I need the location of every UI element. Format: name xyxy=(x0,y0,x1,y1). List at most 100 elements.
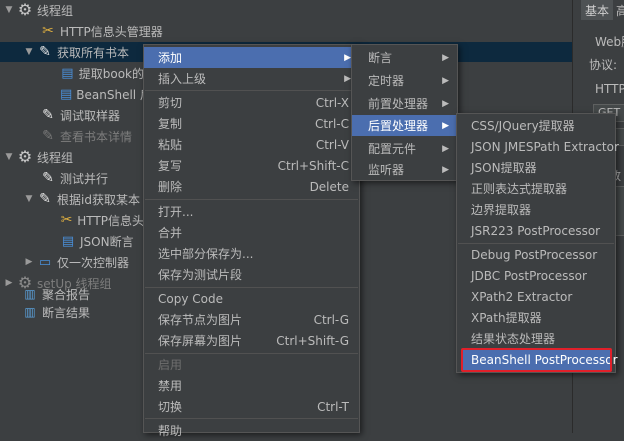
menu-item-label: 粘贴 xyxy=(158,138,183,152)
tree-node-aggregate-report[interactable]: ▥ 聚合报告 xyxy=(22,284,90,304)
submenu-item-debug-postprocessor[interactable]: Debug PostProcessor xyxy=(457,244,615,265)
menu-item-label: 插入上级 xyxy=(158,72,207,86)
submenu-item-regex-extractor[interactable]: 正则表达式提取器 xyxy=(457,178,615,199)
doc-icon: ▤ xyxy=(61,65,74,81)
doc-icon: ▤ xyxy=(60,86,73,102)
shortcut-text: Ctrl-V xyxy=(315,137,349,152)
annotation-highlight-box xyxy=(461,348,612,372)
tree-node-get-all-books[interactable]: ▼ ✎ 获取所有书本 xyxy=(24,42,129,62)
menu-separator xyxy=(145,90,358,91)
submenu-item-json-extractor[interactable]: JSON提取器 xyxy=(457,157,615,178)
menu-item-label: JDBC PostProcessor xyxy=(471,268,587,283)
menu-item-disable[interactable]: 禁用 xyxy=(144,375,359,396)
doc-icon: ▤ xyxy=(61,233,75,249)
tree-node-label: 提取book的 xyxy=(78,66,144,81)
menu-item-label: 打开... xyxy=(158,205,194,219)
menu-item-label: 边界提取器 xyxy=(471,203,532,217)
tree-node-label: 线程组 xyxy=(37,3,74,18)
menu-item-copy-code[interactable]: Copy Code xyxy=(144,288,359,309)
tree-node-label: 聚合报告 xyxy=(42,287,91,302)
tree-node-assertion-results[interactable]: ▥ 断言结果 xyxy=(22,302,90,322)
tree-node-once-only-controller[interactable]: ▶ ▭ 仅一次控制器 xyxy=(24,252,144,272)
tree-node-label: BeanShell 后 xyxy=(76,87,144,102)
menu-item-help[interactable]: 帮助 xyxy=(144,420,359,441)
shortcut-text: Ctrl+Shift-G xyxy=(276,333,349,348)
submenu-item-css-jquery-extractor[interactable]: CSS/JQuery提取器 xyxy=(457,115,615,136)
menu-item-label: Debug PostProcessor xyxy=(471,247,598,262)
submenu-item-timer[interactable]: 定时器 ▶ xyxy=(352,70,457,91)
menu-item-toggle[interactable]: 切换 Ctrl-T xyxy=(144,396,359,417)
pen-icon: ✎ xyxy=(39,44,51,60)
menu-item-save-fragment[interactable]: 保存为测试片段 xyxy=(144,264,359,285)
submenu-item-xpath-extractor[interactable]: XPath提取器 xyxy=(457,307,615,328)
tree-node-extract-book[interactable]: ▤ 提取book的 xyxy=(60,63,144,83)
tree-node-http-header-2[interactable]: ✂ HTTP信息头 xyxy=(60,210,144,230)
collapse-arrow-icon[interactable]: ▼ xyxy=(24,47,34,57)
tree-node-json-assertion[interactable]: ▤ JSON断言 xyxy=(60,231,144,251)
tree-node-http-header-manager[interactable]: ✂ HTTP信息头管理器 xyxy=(40,21,163,41)
pen-icon: ✎ xyxy=(42,107,54,123)
menu-item-enable: 启用 xyxy=(144,354,359,375)
menu-item-cut[interactable]: 剪切 Ctrl-X xyxy=(144,92,359,113)
menu-separator xyxy=(145,418,358,419)
menu-item-label: JSR223 PostProcessor xyxy=(471,223,601,238)
menu-item-save-node-image[interactable]: 保存节点为图片 Ctrl-G xyxy=(144,309,359,330)
menu-item-insert-parent[interactable]: 插入上级 ▶ xyxy=(144,68,359,89)
http-request-label: HTTP xyxy=(595,82,624,96)
menu-item-label: 删除 xyxy=(158,180,183,194)
collapse-arrow-icon[interactable]: ▼ xyxy=(4,152,14,162)
menu-item-merge[interactable]: 合并 xyxy=(144,222,359,243)
submenu-item-json-jmespath-extractor[interactable]: JSON JMESPath Extractor xyxy=(457,136,619,157)
submenu-arrow-icon: ▶ xyxy=(442,143,449,154)
menu-item-delete[interactable]: 删除 Delete xyxy=(144,176,359,197)
menu-item-save-selection[interactable]: 选中部分保存为... xyxy=(144,243,359,264)
submenu-item-jdbc-postprocessor[interactable]: JDBC PostProcessor xyxy=(457,265,615,286)
menu-item-add[interactable]: 添加 ▶ xyxy=(144,47,359,68)
submenu-item-jsr223-postprocessor[interactable]: JSR223 PostProcessor xyxy=(457,220,615,241)
tree-node-thread-group-1[interactable]: ▼ ⚙ 线程组 xyxy=(4,0,73,20)
tree-node-book-detail[interactable]: ✎ 查看书本详情 xyxy=(40,126,132,146)
menu-item-save-screen-image[interactable]: 保存屏幕为图片 Ctrl+Shift-G xyxy=(144,330,359,351)
tree-node-beanshell[interactable]: ▤ BeanShell 后 xyxy=(60,84,144,104)
menu-item-label: 正则表达式提取器 xyxy=(471,182,568,196)
menu-item-label: 选中部分保存为... xyxy=(158,247,254,261)
chart-icon: ▥ xyxy=(24,287,36,301)
submenu-item-config-element[interactable]: 配置元件 ▶ xyxy=(352,138,457,159)
menu-item-label: 添加 xyxy=(158,51,183,65)
collapse-arrow-icon[interactable]: ▼ xyxy=(4,5,14,15)
tree-node-get-book-by-id[interactable]: ▼ ✎ 根据id获取某本 xyxy=(24,189,144,209)
pen-icon: ✎ xyxy=(42,170,54,186)
tab-advanced[interactable]: 高 xyxy=(613,0,624,20)
tree-node-label: 线程组 xyxy=(37,150,74,165)
menu-item-copy[interactable]: 复制 Ctrl-C xyxy=(144,113,359,134)
submenu-item-boundary-extractor[interactable]: 边界提取器 xyxy=(457,199,615,220)
tree-node-label: HTTP信息头 xyxy=(77,213,144,228)
submenu-item-xpath2-extractor[interactable]: XPath2 Extractor xyxy=(457,286,615,307)
menu-item-open[interactable]: 打开... xyxy=(144,201,359,222)
submenu-item-listener[interactable]: 监听器 ▶ xyxy=(352,159,457,180)
collapse-arrow-icon[interactable]: ▼ xyxy=(24,194,34,204)
tree-node-debug-sampler[interactable]: ✎ 调试取样器 xyxy=(40,105,120,125)
menu-item-paste[interactable]: 粘贴 Ctrl-V xyxy=(144,134,359,155)
menu-item-label: 禁用 xyxy=(158,379,183,393)
expand-arrow-icon[interactable]: ▶ xyxy=(4,278,14,288)
menu-item-label: Copy Code xyxy=(158,291,223,306)
menu-item-label: JSON JMESPath Extractor xyxy=(471,139,619,154)
tree-node-thread-group-2[interactable]: ▼ ⚙ 线程组 xyxy=(4,147,73,167)
submenu-item-result-status-handler[interactable]: 结果状态处理器 xyxy=(457,328,615,349)
tree-node-test-parallel[interactable]: ✎ 测试并行 xyxy=(40,168,108,188)
menu-item-label: JSON提取器 xyxy=(471,161,537,175)
controller-icon: ▭ xyxy=(38,254,52,270)
menu-item-label: 保存为测试片段 xyxy=(158,268,243,282)
submenu-item-post-processor[interactable]: 后置处理器 ▶ xyxy=(352,115,457,136)
expand-arrow-icon[interactable]: ▶ xyxy=(24,257,34,267)
chart-icon: ▥ xyxy=(24,305,36,319)
submenu-item-assertion[interactable]: 断言 ▶ xyxy=(352,47,457,68)
submenu-arrow-icon: ▶ xyxy=(442,98,449,109)
menu-item-label: 前置处理器 xyxy=(368,97,429,111)
menu-item-duplicate[interactable]: 复写 Ctrl+Shift-C xyxy=(144,155,359,176)
submenu-item-pre-processor[interactable]: 前置处理器 ▶ xyxy=(352,93,457,114)
shortcut-text: Ctrl-X xyxy=(315,95,349,110)
tab-basic[interactable]: 基本 xyxy=(581,0,614,20)
submenu-arrow-icon: ▶ xyxy=(442,75,449,86)
